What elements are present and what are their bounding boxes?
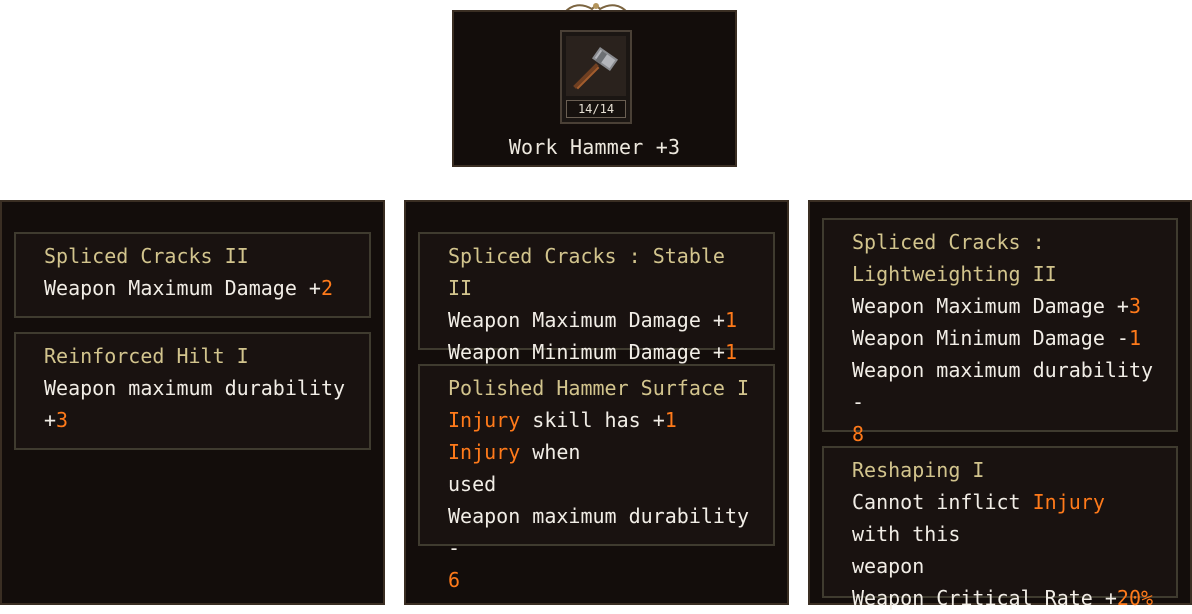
item-name: Work Hammer +3 — [508, 135, 681, 159]
modifier-line: Weapon maximum durability — [44, 372, 355, 404]
modifier-card: Spliced Cracks : Lightweighting II Weapo… — [822, 218, 1178, 446]
stat-value: 2 — [320, 276, 333, 300]
stat-value: 8 — [852, 422, 865, 446]
modifier-line: weapon — [852, 550, 1162, 582]
modifier-column-middle: Spliced Cracks : Stable II Weapon Maximu… — [404, 200, 789, 605]
item-slot[interactable]: 14/14 — [560, 30, 632, 124]
modifier-card: Spliced Cracks : Stable II Weapon Maximu… — [418, 232, 775, 364]
stat-text: Weapon Minimum Damage - — [852, 326, 1129, 350]
stat-value: 1 — [724, 308, 737, 332]
stat-text: used — [448, 472, 497, 496]
modifier-column-right: Spliced Cracks : Lightweighting II Weapo… — [808, 200, 1192, 610]
modifier-title: Spliced Cracks II — [44, 244, 249, 268]
modifier-line: Cannot inflict Injury with this — [852, 486, 1162, 550]
stat-text: + — [44, 408, 57, 432]
stat-value: 3 — [56, 408, 69, 432]
durability-counter: 14/14 — [566, 100, 626, 118]
stat-value: 3 — [1128, 294, 1141, 318]
modifier-card: Reinforced Hilt I Weapon maximum durabil… — [14, 332, 371, 450]
stat-text: Weapon Minimum Damage + — [448, 340, 725, 364]
hammer-icon — [566, 36, 626, 96]
modifier-title: Reshaping I — [852, 458, 985, 482]
modifier-title: Lightweighting II — [852, 262, 1057, 286]
stat-value: 6 — [448, 568, 461, 592]
modifier-line: Weapon maximum durability - — [852, 354, 1162, 418]
stat-text: skill has + — [520, 408, 665, 432]
modifier-line: Weapon Maximum Damage +2 — [44, 272, 355, 304]
keyword-injury: Injury — [1032, 490, 1105, 514]
modifier-line: 6 — [448, 564, 759, 596]
stat-value: 1 — [724, 340, 737, 364]
modifier-line: Weapon Maximum Damage +1 — [448, 304, 759, 336]
stat-text: Weapon Maximum Damage + — [448, 308, 725, 332]
modifier-line: +3 — [44, 404, 355, 436]
keyword-injury: Injury — [448, 440, 521, 464]
item-card: 14/14 Work Hammer +3 — [452, 10, 737, 167]
stat-text: Weapon Maximum Damage + — [44, 276, 321, 300]
stat-value: 1 — [1128, 326, 1141, 350]
modifier-line: Weapon Maximum Damage +3 — [852, 290, 1162, 322]
modifier-title: Polished Hammer Surface I — [448, 376, 750, 400]
stat-value: 1 — [664, 408, 677, 432]
modifier-line: Injury skill has +1 Injury when — [448, 404, 759, 468]
modifier-card: Polished Hammer Surface I Injury skill h… — [418, 364, 775, 592]
modifier-title: Spliced Cracks : — [852, 230, 1045, 254]
modifier-line: Weapon maximum durability - — [448, 500, 759, 564]
modifier-title: Spliced Cracks : Stable II — [448, 244, 725, 300]
modifier-line: Weapon Critical Rate +20% — [852, 582, 1162, 614]
modifier-card: Reshaping I Cannot inflict Injury with t… — [822, 446, 1178, 610]
stat-text: when — [520, 440, 581, 464]
stat-text: weapon — [852, 554, 925, 578]
stat-text: Weapon maximum durability - — [448, 504, 750, 560]
stat-text: Weapon Maximum Damage + — [852, 294, 1129, 318]
stat-text: with this — [852, 522, 961, 546]
modifier-card: Spliced Cracks II Weapon Maximum Damage … — [14, 232, 371, 318]
modifier-line: Weapon Minimum Damage -1 — [852, 322, 1162, 354]
stat-text: Weapon maximum durability - — [852, 358, 1154, 414]
modifier-title: Reinforced Hilt I — [44, 344, 249, 368]
stat-text: Weapon maximum durability — [44, 376, 346, 400]
stat-text: Cannot inflict — [852, 490, 1033, 514]
stat-text: Weapon Critical Rate + — [852, 586, 1117, 610]
stat-value: 20% — [1116, 586, 1154, 610]
modifier-column-left: Spliced Cracks II Weapon Maximum Damage … — [0, 200, 385, 605]
modifier-line: used — [448, 468, 759, 500]
keyword-injury: Injury — [448, 408, 521, 432]
